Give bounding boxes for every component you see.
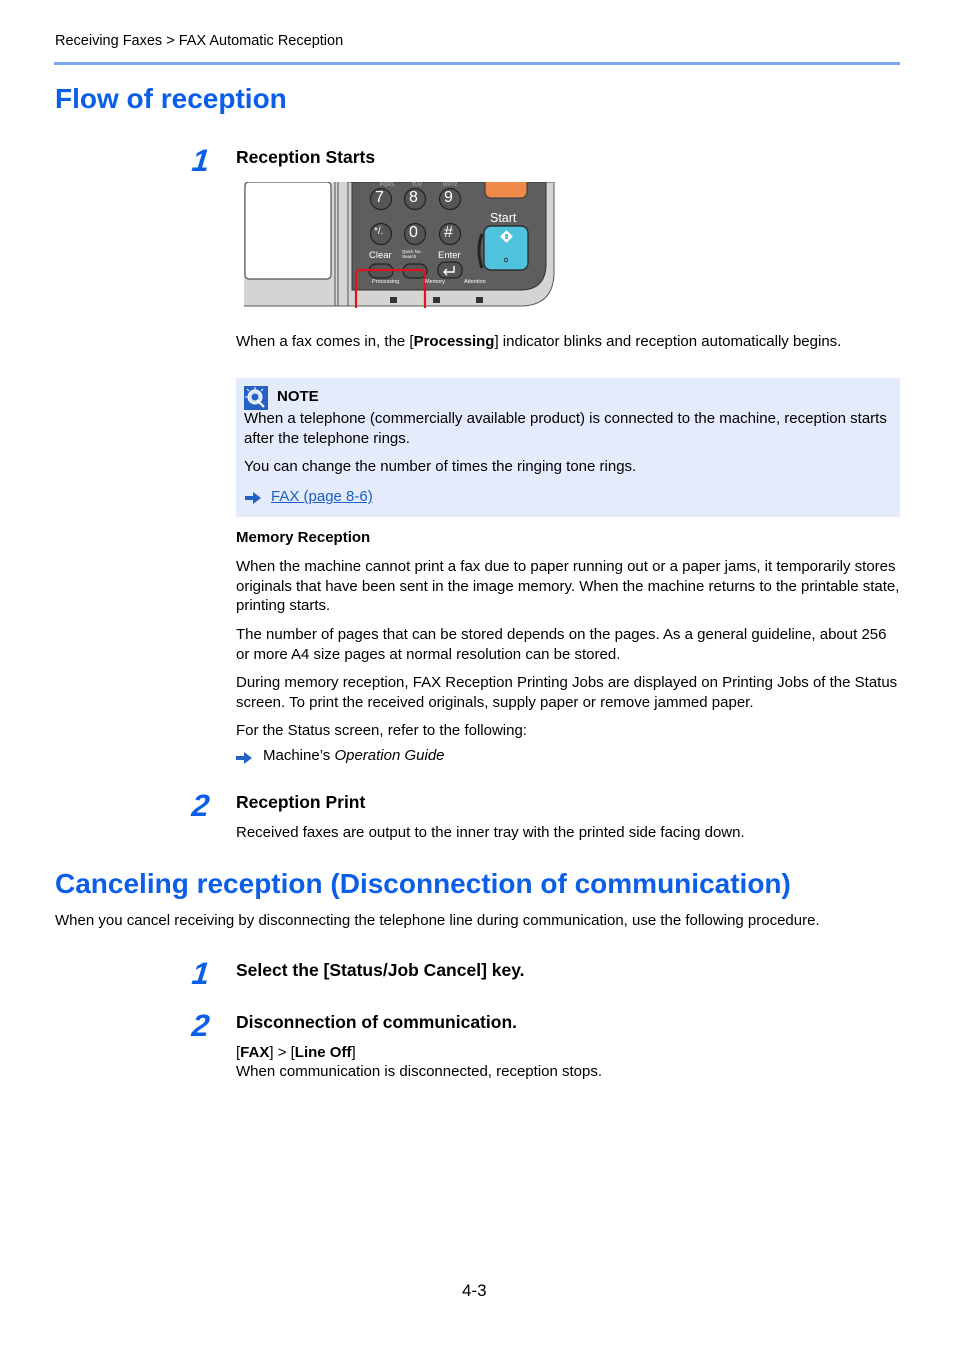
note-paragraph-2: You can change the number of times the r…: [244, 458, 637, 475]
processing-key-label: Processing: [413, 333, 495, 350]
step-heading-disconnection: Disconnection of communication.: [236, 1012, 517, 1032]
path-text: ]: [351, 1044, 356, 1061]
key-8-label: 8: [409, 189, 418, 206]
key-enter: [437, 261, 463, 279]
step-heading-select-status-job-cancel: Select the [Status/Job Cancel] key.: [236, 960, 525, 980]
key-path: [FAX] > [Line Off]: [236, 1043, 356, 1063]
key-9-label: 9: [444, 189, 453, 206]
key-7-label: 7: [375, 189, 384, 206]
page-number: 4-3: [462, 1281, 487, 1300]
key-hash-label: #: [444, 224, 453, 241]
step2-disconnection-description: When communication is disconnected, rece…: [236, 1063, 603, 1080]
svg-text:PQRS: PQRS: [380, 182, 395, 188]
header-divider: [54, 62, 900, 65]
key-asterisk-label: */.: [374, 226, 384, 237]
desc-text: ] indicator blinks and reception automat…: [494, 333, 842, 350]
step-heading-reception-print: Reception Print: [236, 792, 366, 812]
breadcrumb: Receiving Faxes > FAX Automatic Receptio…: [55, 33, 344, 49]
attention-label: Attention: [464, 279, 486, 285]
step-number-1: 1: [190, 143, 212, 178]
start-label: Start: [490, 211, 517, 225]
touch-screen: [244, 181, 332, 280]
path-text: ] > [: [269, 1044, 295, 1061]
key-0-label: 0: [409, 224, 418, 241]
step-number-1: 1: [190, 956, 212, 991]
note-icon: [244, 386, 268, 410]
memory-reception-heading: Memory Reception: [236, 529, 371, 546]
step-number-2: 2: [190, 1008, 212, 1043]
memory-paragraph-2: The number of pages that can be stored d…: [236, 626, 887, 663]
section-title-flow-of-reception: Flow of reception: [55, 83, 287, 114]
operation-guide-reference: Machine’s Operation Guide: [263, 746, 445, 766]
step2-description: Received faxes are output to the inner t…: [236, 824, 745, 841]
clear-label: Clear: [369, 250, 392, 261]
desc-text: When a fax comes in, the [: [236, 333, 414, 350]
svg-text:TUV: TUV: [412, 182, 423, 188]
line-off-key-label: Line Off: [294, 1044, 352, 1061]
fax-key-label: FAX: [240, 1044, 270, 1061]
step1-description: When a fax comes in, the [Processing] in…: [236, 332, 841, 352]
operation-panel-illustration: PQRS TUV WXYZ 7 8 9 */. 0 # Start Clear …: [244, 175, 556, 314]
step-heading-reception-starts: Reception Starts: [236, 147, 376, 167]
quick-no-search-label: Quick No. Search: [402, 249, 422, 259]
memory-led: [433, 297, 440, 303]
operation-panel-svg: PQRS TUV WXYZ: [244, 175, 555, 314]
ref-text: Machine’s: [263, 747, 335, 764]
attention-led: [476, 297, 483, 303]
memory-paragraph-3: During memory reception, FAX Reception P…: [236, 674, 898, 711]
note-paragraph-1: When a telephone (commercially available…: [244, 410, 887, 447]
memory-paragraph-4: For the Status screen, refer to the foll…: [236, 722, 527, 739]
memory-label: Memory: [425, 279, 445, 285]
processing-label: Processing: [372, 279, 400, 285]
enter-label: Enter: [438, 250, 461, 261]
step-number-2: 2: [190, 788, 212, 823]
arrow-right-icon: [236, 752, 252, 764]
fax-page-link[interactable]: FAX (page 8-6): [271, 488, 373, 505]
memory-paragraph-1: When the machine cannot print a fax due …: [236, 558, 900, 614]
section2-intro: When you cancel receiving by disconnecti…: [55, 912, 820, 929]
note-label: NOTE: [277, 388, 319, 405]
arrow-right-icon: [245, 492, 261, 504]
ref-guide-title: Operation Guide: [334, 747, 445, 764]
svg-text:WXYZ: WXYZ: [443, 182, 457, 188]
stop-key: [484, 175, 528, 199]
section-title-canceling-reception: Canceling reception (Disconnection of co…: [55, 868, 791, 899]
processing-led: [390, 297, 397, 303]
note-box: NOTE When a telephone (commercially avai…: [236, 378, 900, 517]
